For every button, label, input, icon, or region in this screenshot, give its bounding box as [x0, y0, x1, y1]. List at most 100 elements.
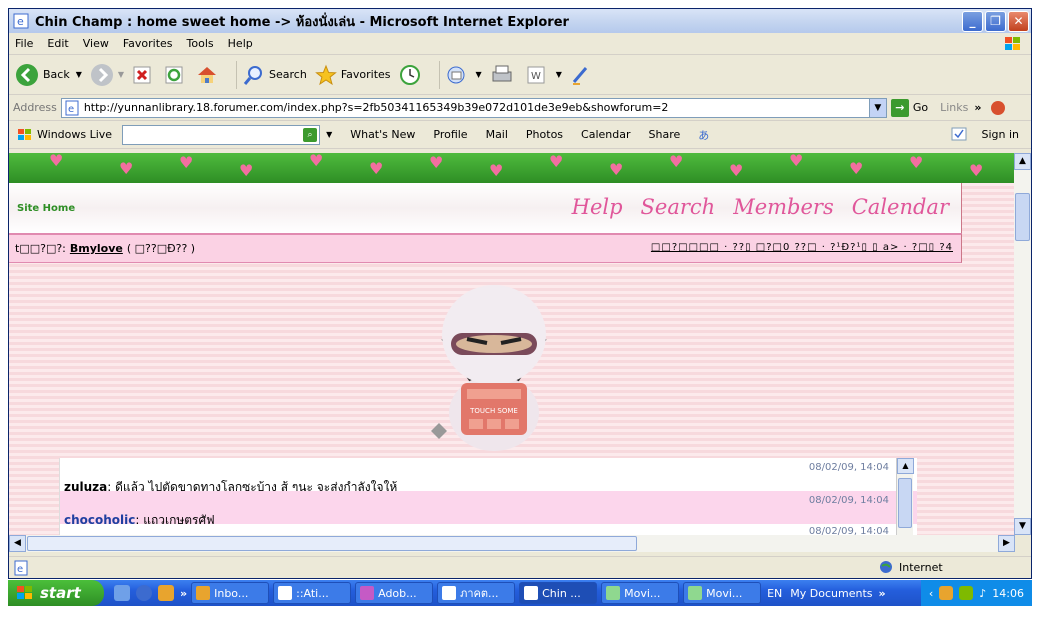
live-link-calendar[interactable]: Calendar [581, 128, 630, 141]
live-search-input[interactable]: ⌕ [122, 124, 321, 145]
quick-launch: » [114, 585, 187, 601]
adobe-icon [360, 586, 375, 600]
scroll-up-icon[interactable]: ▲ [1014, 153, 1031, 170]
task-button[interactable]: Adob... [355, 582, 434, 604]
close-button[interactable]: ✕ [1008, 10, 1029, 32]
nav-search[interactable]: Search [641, 195, 716, 219]
live-link-share[interactable]: Share [649, 128, 681, 141]
links-button[interactable]: Links [940, 101, 968, 114]
nav-members[interactable]: Members [733, 195, 834, 219]
task-button[interactable]: ::Ati... [273, 582, 352, 604]
menu-tools[interactable]: Tools [187, 37, 214, 50]
globe-icon [880, 561, 892, 573]
scroll-up-icon[interactable]: ▲ [897, 458, 914, 474]
go-button[interactable]: → Go [890, 98, 928, 117]
scroll-down-icon[interactable]: ▼ [1014, 518, 1031, 535]
svg-text:W: W [531, 71, 541, 82]
favorites-button[interactable]: Favorites [314, 64, 391, 86]
chevron-right-icon[interactable]: » [180, 587, 187, 600]
go-arrow-icon: → [890, 98, 909, 117]
ie-icon [278, 586, 293, 600]
shout-time: 08/02/09, 14:04 [808, 526, 889, 535]
shout-time: 08/02/09, 14:04 [808, 495, 889, 506]
minimize-button[interactable]: _ [962, 10, 983, 32]
print-button[interactable] [490, 64, 518, 86]
menu-edit[interactable]: Edit [47, 37, 68, 50]
network-icon[interactable] [959, 586, 974, 600]
search-go-icon[interactable]: ⌕ [303, 127, 318, 142]
show-desktop-icon[interactable] [114, 585, 130, 601]
horizontal-scrollbar[interactable]: ◀ ▶ [9, 535, 1015, 552]
task-button[interactable]: Movi... [601, 582, 680, 604]
task-button[interactable]: Movi... [683, 582, 762, 604]
ie-icon [524, 586, 539, 600]
task-button[interactable]: Inbo... [191, 582, 270, 604]
chevron-down-icon[interactable]: ▼ [326, 130, 332, 139]
maximize-button[interactable]: ❐ [985, 10, 1006, 32]
history-button[interactable] [399, 64, 425, 86]
stop-button[interactable] [132, 65, 156, 85]
sign-in-link[interactable]: Sign in [981, 128, 1019, 141]
chevron-right-icon[interactable]: » [879, 587, 886, 600]
outlook-icon[interactable] [158, 585, 174, 601]
user-links[interactable]: □□?□□□□ · ??▯ □?□0 ??□ · ?¹Đ?¹▯ ▯ a> · ?… [651, 242, 953, 253]
live-link-mail[interactable]: Mail [486, 128, 508, 141]
star-icon [314, 64, 337, 85]
shout-time: 08/02/09, 14:04 [808, 462, 889, 473]
nav-calendar[interactable]: Calendar [852, 195, 949, 219]
mail-button[interactable]: ▼ [446, 64, 482, 86]
windows-live-toolbar: Windows Live ⌕ ▼ What's New Profile Mail… [9, 121, 1031, 149]
menu-file[interactable]: File [15, 37, 33, 50]
title-bar[interactable]: e Chin Champ : home sweet home -> ห้องนั… [9, 9, 1031, 33]
checkbox-icon[interactable] [951, 127, 967, 141]
start-button[interactable]: start [8, 580, 104, 606]
outlook-icon [196, 586, 211, 600]
windows-live-brand[interactable]: Windows Live [17, 128, 112, 142]
menu-favorites[interactable]: Favorites [123, 37, 173, 50]
tray-app-icon[interactable] [939, 586, 954, 600]
scroll-right-icon[interactable]: ▶ [998, 535, 1015, 552]
svg-text:e: e [17, 564, 23, 575]
url-input[interactable]: e http://yunnanlibrary.18.forumer.com/in… [60, 97, 887, 118]
ie-quicklaunch-icon[interactable] [136, 585, 152, 601]
live-link-photos[interactable]: Photos [526, 128, 563, 141]
live-link-profile[interactable]: Profile [433, 128, 467, 141]
taskbar: start » Inbo... ::Ati... Adob... ภาคต...… [8, 580, 1032, 606]
translate-icon[interactable]: あ [698, 127, 709, 143]
shoutbox-scrollbar[interactable]: ▲ [896, 458, 914, 535]
toolbar-options-icon[interactable] [989, 99, 1007, 117]
logout-link[interactable]: ( □??□Đ?? ) [127, 242, 195, 255]
menu-bar: File Edit View Favorites Tools Help [9, 33, 1031, 55]
refresh-button[interactable] [164, 65, 188, 85]
history-icon [399, 64, 420, 85]
chevron-down-icon[interactable]: ▼ [868, 98, 886, 117]
task-button-active[interactable]: Chin ... [519, 582, 598, 604]
windows-flag-icon [17, 586, 32, 599]
live-link-whats-new[interactable]: What's New [350, 128, 415, 141]
collapse-tray-icon[interactable]: ‹ [929, 587, 933, 600]
my-documents-toolbar[interactable]: My Documents [790, 587, 872, 600]
messenger-button[interactable] [570, 64, 596, 86]
vertical-scrollbar[interactable]: ▲ ▼ [1014, 153, 1031, 535]
task-button[interactable]: ภาคต... [437, 582, 516, 604]
forward-button[interactable]: ▼ [90, 63, 124, 87]
clock[interactable]: 14:06 [992, 587, 1024, 600]
username-link[interactable]: Bmylove [70, 242, 123, 255]
scroll-thumb[interactable] [1015, 193, 1030, 241]
site-home-link[interactable]: Site Home [17, 203, 75, 214]
scroll-thumb[interactable] [898, 478, 912, 528]
shout-row: 08/02/09, 14:04 [60, 524, 917, 535]
menu-help[interactable]: Help [228, 37, 253, 50]
volume-icon[interactable]: ♪ [979, 587, 986, 600]
nav-help[interactable]: Help [572, 195, 623, 219]
chevron-right-icon[interactable]: » [974, 101, 981, 114]
language-indicator[interactable]: EN [767, 587, 782, 600]
home-button[interactable] [196, 64, 222, 86]
search-button[interactable]: Search [243, 64, 307, 86]
scroll-thumb[interactable] [27, 536, 637, 551]
scroll-left-icon[interactable]: ◀ [9, 535, 26, 552]
edit-button[interactable]: W ▼ [526, 65, 562, 85]
stop-icon [133, 66, 151, 83]
back-button[interactable]: Back ▼ [15, 63, 82, 87]
menu-view[interactable]: View [83, 37, 109, 50]
